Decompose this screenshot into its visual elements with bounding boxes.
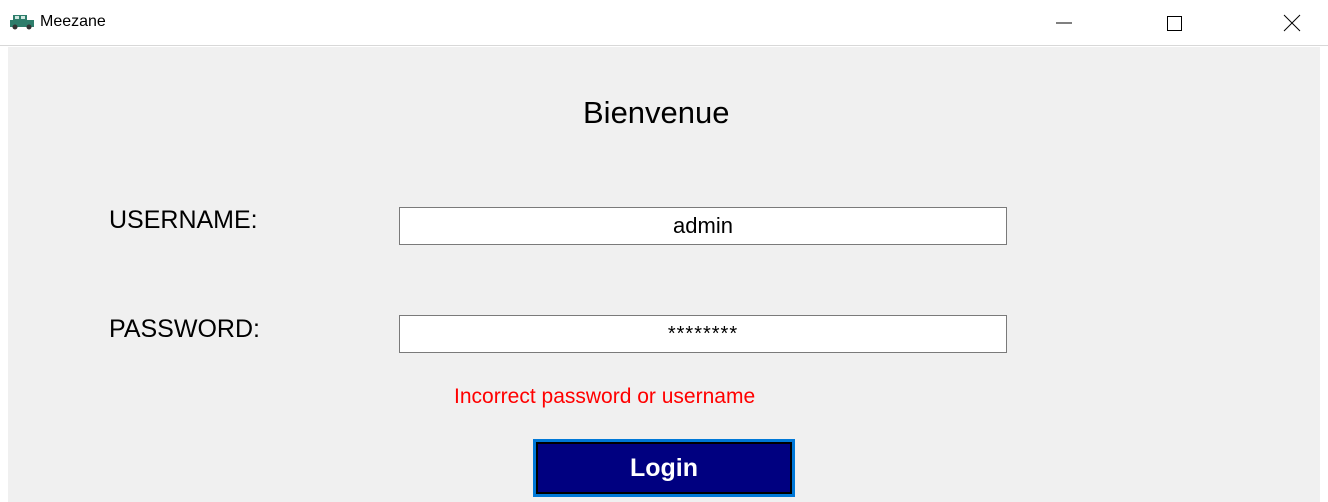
- window-title: Meezane: [40, 13, 106, 30]
- welcome-heading: Bienvenue: [583, 95, 730, 130]
- login-button[interactable]: Login: [533, 439, 795, 497]
- app-window: Meezane Bienvenue USERNAME: admin PASSWO…: [0, 0, 1328, 502]
- error-message: Incorrect password or username: [454, 385, 756, 408]
- minimize-button[interactable]: [1034, 0, 1094, 45]
- minimize-icon: [1054, 13, 1074, 33]
- close-button[interactable]: [1262, 0, 1322, 45]
- car-icon: [10, 14, 34, 30]
- title-bar[interactable]: Meezane: [0, 0, 1328, 46]
- username-label: USERNAME:: [109, 206, 258, 234]
- login-panel: Bienvenue USERNAME: PASSWORD: Incorrect …: [8, 47, 1320, 502]
- maximize-icon: [1164, 13, 1184, 33]
- maximize-button[interactable]: [1144, 0, 1204, 45]
- username-field[interactable]: [399, 207, 1007, 245]
- close-icon: [1282, 13, 1302, 33]
- password-field[interactable]: [399, 315, 1007, 353]
- password-label: PASSWORD:: [109, 315, 260, 343]
